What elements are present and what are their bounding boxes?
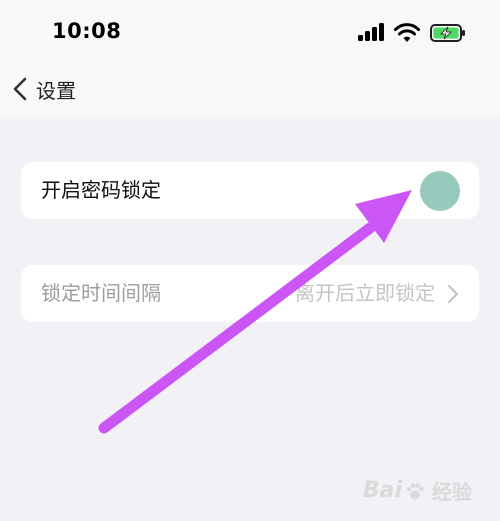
lock-interval-value: 离开后立即锁定 — [295, 281, 435, 305]
back-label: 设置 — [36, 78, 76, 103]
chevron-right-icon — [447, 284, 459, 304]
wifi-icon — [394, 23, 420, 42]
top-bar: 10:08 设置 — [0, 0, 500, 117]
status-icons — [358, 21, 466, 45]
passcode-lock-label: 开启密码锁定 — [41, 178, 161, 202]
status-time: 10:08 — [52, 19, 122, 43]
back-button[interactable]: 设置 — [10, 74, 76, 104]
paw-icon — [406, 482, 424, 499]
battery-charging-icon — [430, 24, 465, 42]
lock-interval-label: 锁定时间间隔 — [41, 281, 161, 305]
watermark: Bai 经验 — [363, 476, 472, 505]
passcode-lock-row: 开启密码锁定 — [21, 162, 479, 219]
passcode-lock-toggle[interactable] — [420, 171, 460, 211]
chevron-left-icon — [13, 77, 27, 101]
signal-icon — [358, 23, 384, 43]
watermark-text-right: 经验 — [432, 480, 472, 504]
lock-interval-row[interactable]: 锁定时间间隔 离开后立即锁定 — [21, 265, 479, 322]
watermark-text-left: Bai — [362, 478, 402, 503]
